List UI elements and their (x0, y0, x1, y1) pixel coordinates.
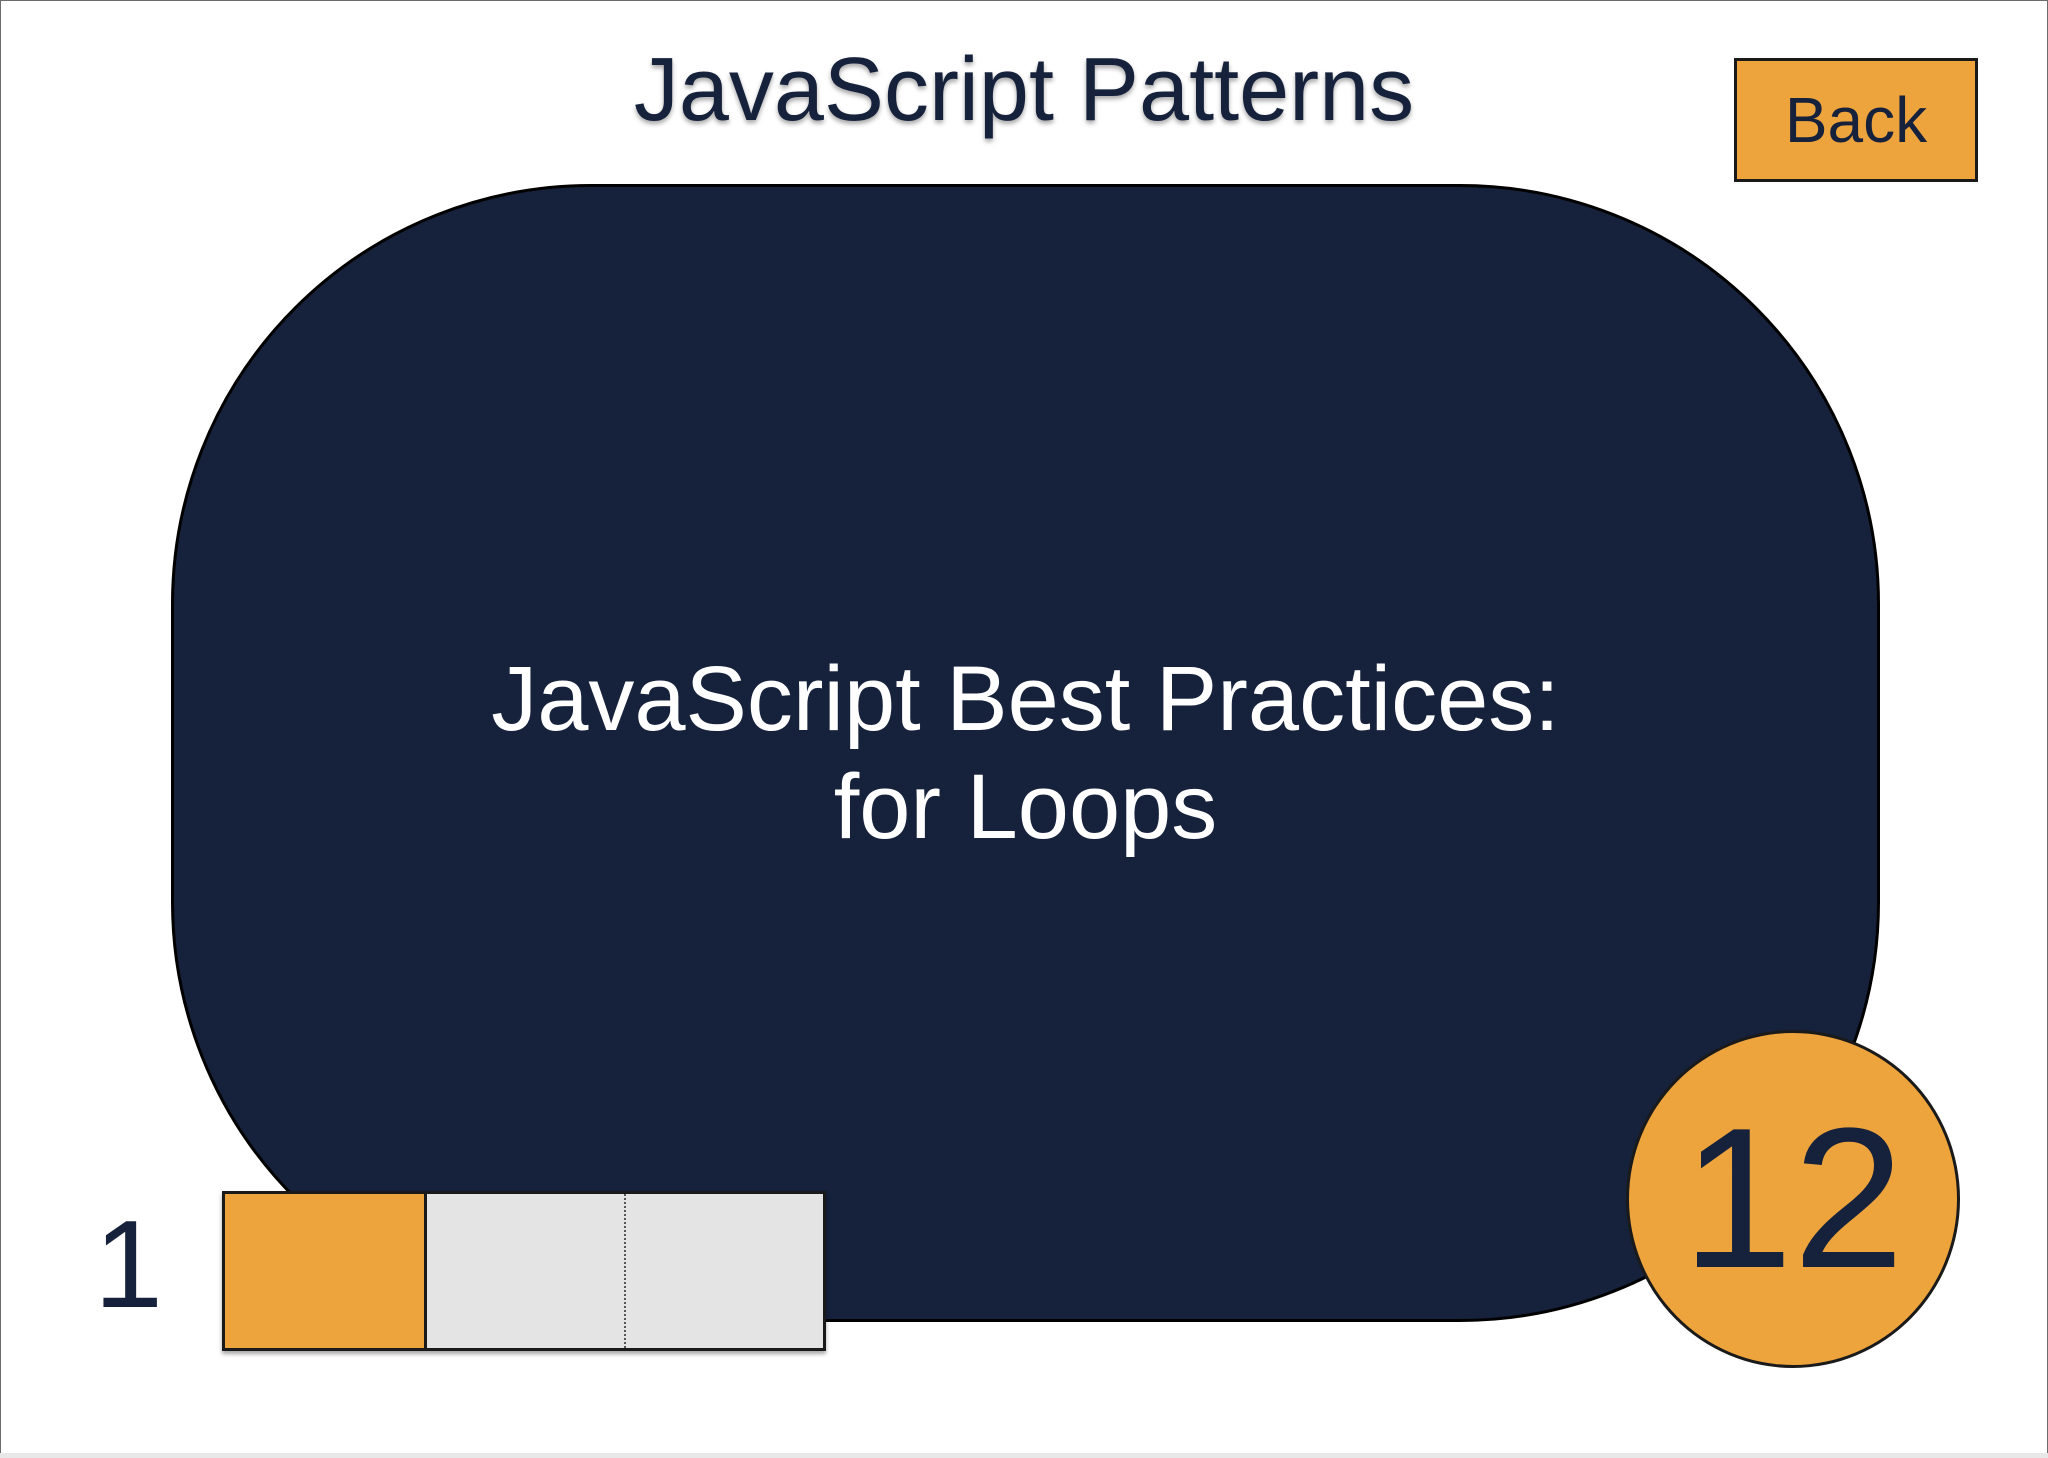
progress-label: 1 (94, 1196, 163, 1334)
back-button[interactable]: Back (1734, 58, 1978, 182)
progress-bar (222, 1191, 826, 1351)
progress-segment-divider (624, 1194, 626, 1348)
flashcard-line-2: for Loops (833, 756, 1218, 858)
flashcard-text: JavaScript Best Practices: for Loops (171, 184, 1880, 1322)
progress-fill (225, 1194, 427, 1348)
bottom-strip (0, 1453, 2048, 1458)
card-counter-badge: 12 (1626, 1030, 1960, 1368)
card-counter-value: 12 (1681, 1087, 1905, 1310)
flashcard-line-1: JavaScript Best Practices: (491, 648, 1560, 750)
